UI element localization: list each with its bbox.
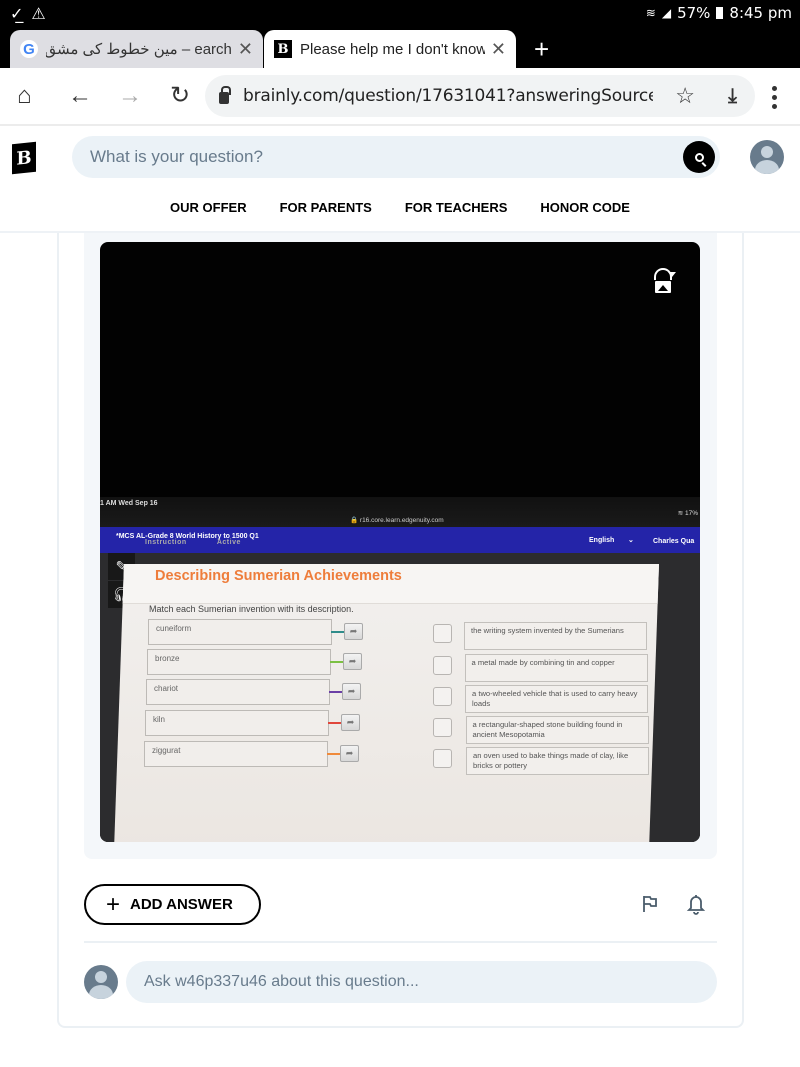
photo-activity-instruction: Match each Sumerian invention with its d…	[149, 604, 354, 614]
photo-term-connector	[331, 631, 344, 633]
photo-term-box: kiln	[145, 710, 329, 736]
main-nav: OUR OFFER FOR PARENTS FOR TEACHERS HONOR…	[0, 200, 800, 215]
photo-description-box: the writing system invented by the Sumer…	[464, 622, 647, 650]
photo-url-text: r16.core.learn.edgenuity.com	[359, 517, 444, 524]
attached-photo[interactable]: 1 AM Wed Sep 16 🔒 r16.core.learn.edgenui…	[100, 242, 700, 842]
home-icon[interactable]: ⌂	[17, 82, 32, 110]
comment-box	[126, 961, 717, 1003]
warning-icon: ⚠	[31, 4, 46, 23]
photo-description-box: a two-wheeled vehicle that is used to ca…	[465, 685, 648, 713]
google-favicon-icon: G	[20, 40, 38, 58]
photo-checkbox	[433, 656, 452, 675]
photo-term-connector	[327, 753, 340, 755]
photo-arrow-button-icon: ➦	[342, 683, 361, 700]
search-icon	[694, 152, 704, 162]
photo-term-connector	[329, 691, 342, 693]
clock: 8:45 pm	[729, 4, 792, 22]
photo-checkbox	[433, 749, 452, 768]
photo-battery-text: 17%	[684, 510, 698, 517]
back-icon[interactable]: ←	[68, 82, 92, 110]
search-button[interactable]	[683, 141, 715, 173]
photo-term-box: chariot	[146, 679, 330, 705]
tab-brainly-question[interactable]: B Please help me I don't know w ✕	[264, 30, 516, 68]
battery-icon	[716, 7, 724, 19]
menu-kebab-icon[interactable]	[772, 86, 778, 113]
photo-sub-tab: Active	[216, 539, 241, 546]
add-answer-button[interactable]: + ADD ANSWER	[84, 884, 261, 925]
photo-checkbox	[433, 718, 452, 737]
photo-arrow-button-icon: ➦	[341, 714, 360, 731]
nav-our-offer[interactable]: OUR OFFER	[170, 200, 247, 215]
tab-title: earch – مین خطوط کی مشق رسمی	[46, 41, 232, 58]
photo-checkbox	[433, 624, 452, 643]
photo-activity-title: Describing Sumerian Achievements	[155, 568, 402, 584]
photo-term-box: cuneiform	[148, 619, 332, 645]
comment-input[interactable]	[144, 973, 704, 991]
android-status-bar: ✓̲ ⚠ ≋ ◢ 57% 8:45 pm	[0, 0, 800, 28]
photo-ipad-url: 🔒 r16.core.learn.edgenuity.com	[350, 517, 444, 524]
reload-icon[interactable]: ↻	[170, 82, 190, 110]
new-tab-button[interactable]: +	[534, 34, 549, 65]
follow-bell-icon[interactable]	[686, 893, 706, 915]
brainly-header: B OUR OFFER FOR PARENTS FOR TEACHERS HON…	[0, 128, 800, 233]
browser-tab-strip: G earch – مین خطوط کی مشق رسمی ✕ B Pleas…	[0, 28, 800, 68]
nav-honor-code[interactable]: HONOR CODE	[540, 200, 630, 215]
photo-ipad-battery: ≋ 17%	[677, 510, 698, 517]
photo-term-connector	[330, 661, 343, 663]
close-tab-icon[interactable]: ✕	[238, 39, 253, 60]
nav-for-parents[interactable]: FOR PARENTS	[280, 200, 372, 215]
photo-term-connector	[328, 722, 341, 724]
url-text[interactable]: brainly.com/question/17631041?answeringS…	[243, 86, 653, 106]
photo-sub-tab: Instruction	[145, 539, 187, 546]
plus-icon: +	[106, 890, 121, 918]
commenter-avatar	[84, 965, 118, 999]
question-search-input[interactable]	[90, 147, 650, 167]
browser-toolbar: ⌂ ← → ↻ brainly.com/question/17631041?an…	[0, 68, 800, 126]
tab-google-search[interactable]: G earch – مین خطوط کی مشق رسمی ✕	[10, 30, 263, 68]
report-flag-icon[interactable]	[640, 894, 660, 914]
bookmark-star-icon[interactable]: ☆	[675, 83, 695, 109]
user-avatar[interactable]	[750, 140, 784, 174]
photo-ipad-status: 1 AM Wed Sep 16 🔒 r16.core.learn.edgenui…	[100, 497, 700, 527]
photo-checkbox	[433, 687, 452, 706]
tab-title: Please help me I don't know w	[300, 40, 485, 58]
download-icon[interactable]: ⤓	[728, 85, 737, 108]
photo-ipad-time: 1 AM Wed Sep 16	[100, 500, 158, 507]
brainly-favicon-icon: B	[274, 40, 292, 58]
address-bar[interactable]: brainly.com/question/17631041?answeringS…	[205, 75, 755, 117]
photo-arrow-button-icon: ➦	[344, 623, 363, 640]
battery-level: 57%	[677, 4, 711, 22]
nav-for-teachers[interactable]: FOR TEACHERS	[405, 200, 508, 215]
photo-description-box: an oven used to bake things made of clay…	[466, 747, 649, 775]
question-search	[72, 136, 720, 178]
photo-term-box: ziggurat	[144, 741, 328, 767]
rotate-image-icon[interactable]	[652, 268, 676, 294]
photo-user-name: Charles Qua	[653, 538, 695, 545]
photo-arrow-button-icon: ➦	[343, 653, 362, 670]
brainly-logo[interactable]: B	[12, 141, 36, 175]
chevron-down-icon: ⌄	[628, 537, 634, 544]
photo-term-box: bronze	[147, 649, 331, 675]
wifi-icon: ≋	[645, 6, 656, 20]
photo-description-box: a rectangular-shaped stone building foun…	[465, 716, 649, 744]
add-answer-label: ADD ANSWER	[130, 896, 233, 913]
close-tab-icon[interactable]: ✕	[491, 39, 506, 60]
lock-icon	[219, 86, 231, 104]
divider	[84, 941, 717, 943]
photo-arrow-button-icon: ➦	[340, 745, 359, 762]
forward-icon[interactable]: →	[118, 82, 142, 110]
signal-icon: ◢	[661, 6, 672, 20]
photo-description-box: a metal made by combining tin and copper	[464, 654, 648, 682]
download-complete-icon: ✓̲	[10, 4, 24, 23]
photo-sub-tabs: Instruction Active	[145, 539, 269, 546]
photo-language: English	[589, 537, 615, 544]
